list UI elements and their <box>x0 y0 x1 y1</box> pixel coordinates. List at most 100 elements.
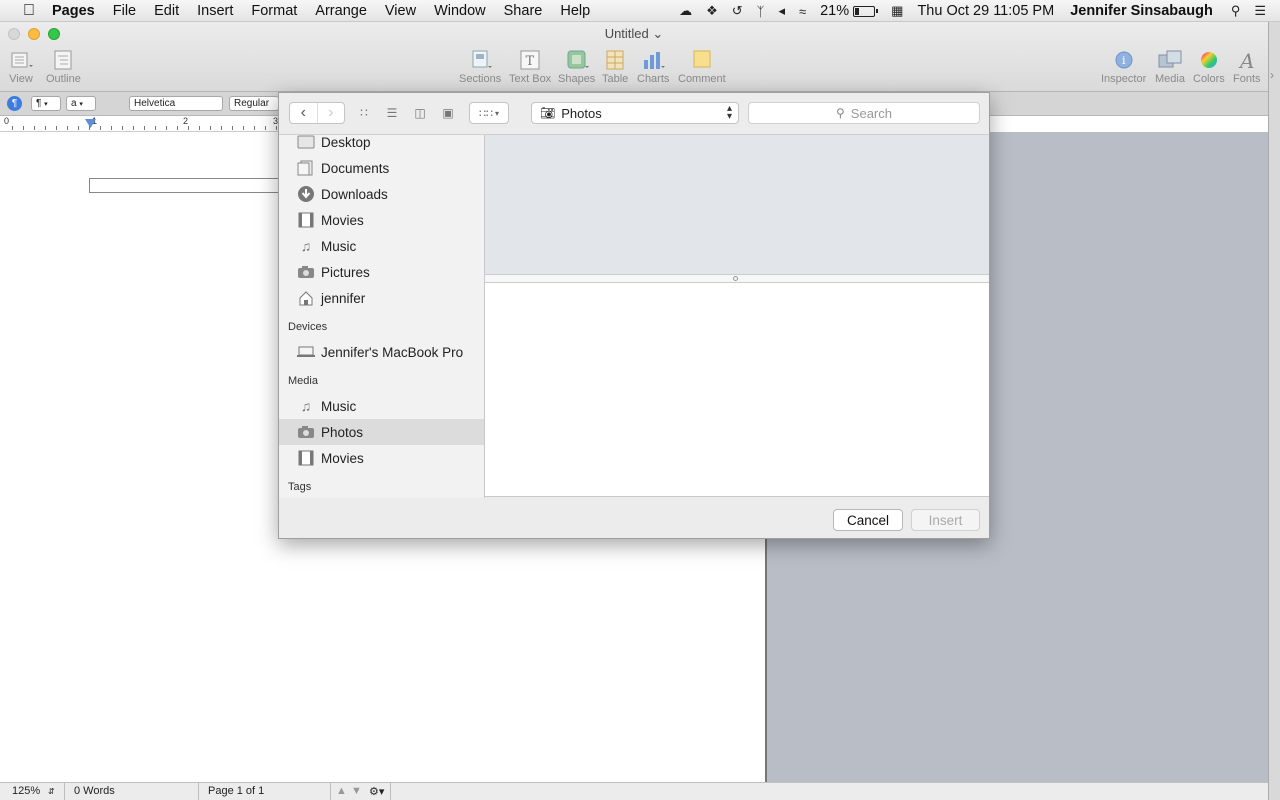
notification-center-icon[interactable]: ☰ <box>1254 3 1266 19</box>
zoom-popup[interactable]: 125% <box>12 785 40 797</box>
browser-preview-area[interactable] <box>485 135 989 274</box>
menu-share[interactable]: Share <box>504 3 543 19</box>
shapes-button[interactable]: Shapes <box>558 50 595 85</box>
menu-format[interactable]: Format <box>251 3 297 19</box>
clock[interactable]: Thu Oct 29 11:05 PM <box>917 3 1054 19</box>
ruler-label: 2 <box>183 116 189 126</box>
ruler-tick <box>100 126 101 130</box>
paragraph-style-popup[interactable]: ¶ ▾ <box>31 96 61 111</box>
arrange-button[interactable]: ∷∷ ▾ <box>469 102 509 124</box>
previous-page-icon[interactable]: ▲ <box>336 785 347 797</box>
spotlight-icon[interactable]: ⚲ <box>1231 3 1241 19</box>
sections-button[interactable]: Sections <box>459 50 501 85</box>
menu-help[interactable]: Help <box>560 3 590 19</box>
dropbox-icon[interactable]: ❖ <box>706 3 718 19</box>
svg-text:i: i <box>1122 54 1126 67</box>
inspector-label: Inspector <box>1101 73 1147 85</box>
indent-marker-icon[interactable] <box>85 117 96 128</box>
cloud-app-icon[interactable]: ☁ <box>679 3 692 19</box>
sidebar-item-media-movies[interactable]: Movies <box>279 445 484 471</box>
sidebar-item-pictures[interactable]: Pictures <box>279 259 484 285</box>
insert-media-dialog: ‹ › ∷ ☰ ◫ ▣ ∷∷ ▾ 📷︎ Photos ▴ ▾ ⚲ Search De… <box>278 92 990 539</box>
character-style-popup[interactable]: a ▾ <box>66 96 96 111</box>
menu-app-name[interactable]: Pages <box>52 3 95 19</box>
svg-text:A: A <box>1238 50 1254 70</box>
sidebar-item-label: Downloads <box>321 186 388 202</box>
film-icon <box>297 450 315 466</box>
sidebar-item-movies[interactable]: Movies <box>279 207 484 233</box>
user-menu[interactable]: Jennifer Sinsabaugh <box>1070 3 1213 19</box>
sidebar-item-media-music[interactable]: ♫ Music <box>279 393 484 419</box>
icon-view-icon[interactable]: ∷ <box>350 102 378 124</box>
battery-percent[interactable]: 21% <box>820 3 849 19</box>
comment-button[interactable]: Comment <box>678 50 726 85</box>
cancel-button[interactable]: Cancel <box>833 509 903 531</box>
sidebar-item-media-photos[interactable]: Photos <box>279 419 484 445</box>
menu-edit[interactable]: Edit <box>154 3 179 19</box>
word-count[interactable]: 0 Words <box>74 785 115 797</box>
document-text-box[interactable] <box>89 178 279 193</box>
menu-window[interactable]: Window <box>434 3 486 19</box>
search-field[interactable]: ⚲ Search <box>748 102 980 124</box>
ruler-tick <box>23 126 24 130</box>
title-chevron-icon: ⌄ <box>652 26 664 41</box>
ruler-tick <box>276 126 277 130</box>
ruler-tick <box>155 126 156 130</box>
battery-icon[interactable] <box>853 5 879 17</box>
character-style-value: a <box>71 98 77 109</box>
time-machine-icon[interactable]: ↺ <box>732 3 743 19</box>
menu-view[interactable]: View <box>385 3 416 19</box>
text-box-icon: T <box>518 50 542 70</box>
text-box-button[interactable]: T Text Box <box>509 50 551 85</box>
media-button[interactable]: Media <box>1155 50 1185 85</box>
dialog-toolbar: ‹ › ∷ ☰ ◫ ▣ ∷∷ ▾ 📷︎ Photos ▴ ▾ ⚲ Search <box>279 93 989 135</box>
menu-arrange[interactable]: Arrange <box>315 3 367 19</box>
gear-icon[interactable]: ⚙▾ <box>369 785 384 798</box>
menu-insert[interactable]: Insert <box>197 3 233 19</box>
status-bar: 125% ⇵ 0 Words Page 1 of 1 ▲ ▼ ⚙▾ <box>0 782 1268 800</box>
status-menus: ☁ ❖ ↺ ᛉ ◂ ≈ 21% ▦ Thu Oct 29 11:05 PM Je… <box>679 0 1280 22</box>
location-popup[interactable]: 📷︎ Photos ▴ ▾ <box>531 102 739 124</box>
volume-icon[interactable]: ◂ <box>778 3 785 19</box>
outline-button[interactable]: Outline <box>46 50 81 85</box>
sidebar-item-label: Music <box>321 238 357 254</box>
shapes-label: Shapes <box>558 73 596 85</box>
sidebar-item-home[interactable]: jennifer <box>279 285 484 311</box>
sidebar-item-music[interactable]: ♫ Music <box>279 233 484 259</box>
inspector-button[interactable]: i Inspector <box>1101 50 1146 85</box>
column-view-icon[interactable]: ◫ <box>406 102 434 124</box>
colors-button[interactable]: Colors <box>1193 50 1225 85</box>
next-page-icon[interactable]: ▼ <box>351 785 362 797</box>
sidebar-item-desktop[interactable]: Desktop <box>279 135 484 155</box>
menu-bar:  Pages File Edit Insert Format Arrange … <box>0 0 1280 22</box>
input-menu-icon[interactable]: ▦ <box>891 3 903 19</box>
paragraph-styles-icon[interactable]: ¶ <box>7 96 22 111</box>
back-icon[interactable]: ‹ <box>290 104 317 122</box>
cover-flow-icon[interactable]: ▣ <box>434 102 462 124</box>
splitter-handle-icon[interactable] <box>733 276 738 281</box>
charts-button[interactable]: Charts <box>637 50 669 85</box>
list-view-icon[interactable]: ☰ <box>378 102 406 124</box>
sidebar-item-downloads[interactable]: Downloads <box>279 181 484 207</box>
document-title[interactable]: Untitled ⌄ <box>0 26 1268 42</box>
fonts-label: Fonts <box>1233 73 1261 85</box>
fonts-button[interactable]: A Fonts <box>1233 49 1261 85</box>
forward-icon[interactable]: › <box>317 104 344 122</box>
font-family-popup[interactable]: Helvetica <box>129 96 223 111</box>
apple-menu-icon[interactable]:  <box>20 2 38 20</box>
wifi-icon[interactable]: ≈ <box>799 4 806 19</box>
menu-file[interactable]: File <box>113 3 136 19</box>
typeface-popup[interactable]: Regular <box>229 96 279 111</box>
sidebar-item-documents[interactable]: Documents <box>279 155 484 181</box>
zoom-stepper-icon[interactable]: ⇵ <box>48 787 55 796</box>
media-list-area[interactable] <box>485 283 989 497</box>
sidebar-item-macbook[interactable]: Jennifer's MacBook Pro <box>279 339 484 365</box>
pane-splitter[interactable] <box>485 274 989 283</box>
view-button[interactable]: View <box>9 50 33 85</box>
table-button[interactable]: Table <box>602 50 628 85</box>
ruler-tick <box>243 126 244 130</box>
navigation-buttons: ‹ › <box>289 102 345 124</box>
bluetooth-icon[interactable]: ᛉ <box>757 4 765 19</box>
view-mode-segment: ∷ ☰ ◫ ▣ <box>350 102 462 124</box>
insert-button[interactable]: Insert <box>911 509 980 531</box>
